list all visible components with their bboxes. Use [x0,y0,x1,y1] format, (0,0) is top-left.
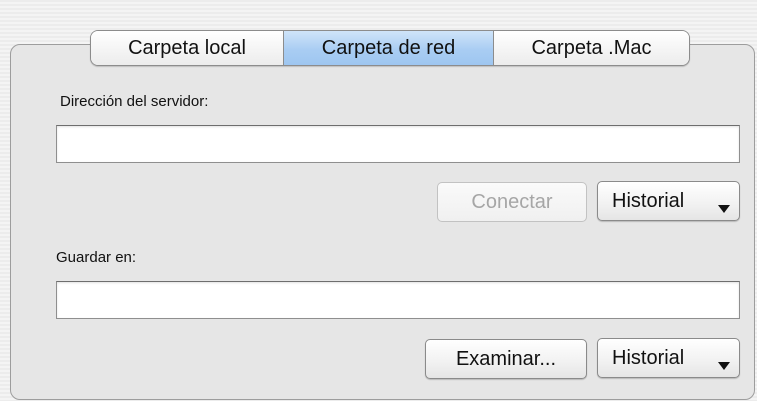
folder-tabs: Carpeta local Carpeta de red Carpeta .Ma… [90,30,690,66]
browse-button[interactable]: Examinar... [425,339,587,379]
server-history-popup[interactable]: Historial [597,181,740,221]
popup-arrow-icon [718,205,730,213]
connect-button[interactable]: Conectar [437,182,587,222]
popup-arrow-icon [718,362,730,370]
save-history-label: Historial [612,346,685,369]
save-location-input[interactable] [56,281,740,319]
save-history-popup[interactable]: Historial [597,338,740,378]
tab-network-folder[interactable]: Carpeta de red [283,31,493,65]
tab-local-folder[interactable]: Carpeta local [91,31,283,65]
server-address-input[interactable] [56,125,740,163]
tab-mac-folder[interactable]: Carpeta .Mac [493,31,689,65]
save-in-label: Guardar en: [56,249,137,266]
server-address-label: Dirección del servidor: [60,93,209,110]
server-history-label: Historial [612,189,685,212]
